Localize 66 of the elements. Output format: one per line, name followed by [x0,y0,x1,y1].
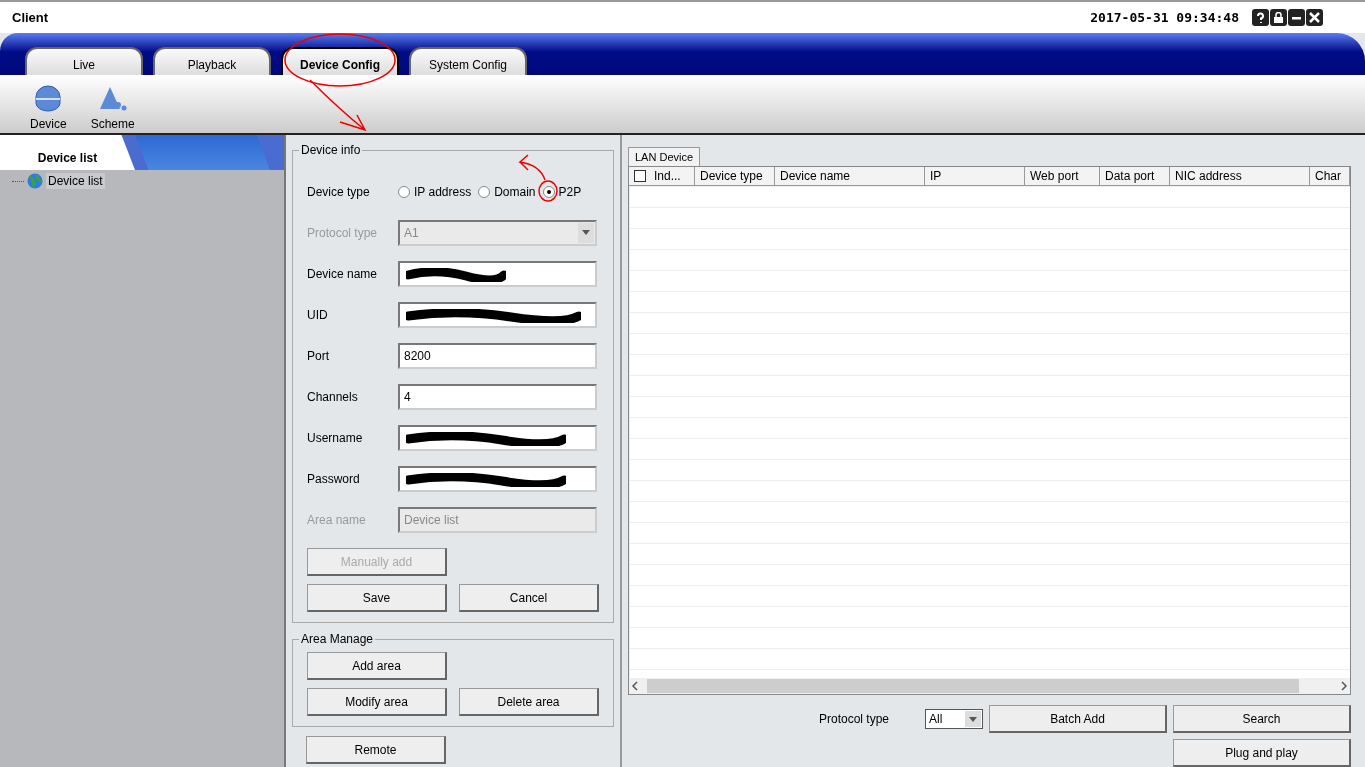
window-title: Client [12,10,50,25]
input-field[interactable] [398,465,597,492]
area-button[interactable]: Delete area [459,688,599,716]
field-label: Area name [307,512,367,527]
plug-and-play-button[interactable]: Plug and play [1173,739,1351,767]
radio-button[interactable] [478,185,491,198]
input-field[interactable] [398,260,597,287]
tree-item[interactable]: Device list [46,173,105,189]
form-button[interactable]: Cancel [459,584,599,612]
column-header[interactable]: IP [925,167,1025,186]
main-tab[interactable]: Device Config [281,47,399,75]
column-header[interactable]: Ind... [629,167,695,186]
field-label: Channels [307,389,359,404]
search-button[interactable]: Search [1173,705,1351,733]
column-header[interactable]: Char [1310,167,1350,186]
toolbar-label[interactable]: Scheme [90,117,135,131]
help-icon[interactable] [1252,9,1269,26]
main-tab[interactable]: System Config [409,47,527,75]
protocol-type-label: Protocol type [818,712,889,726]
column-header[interactable]: Web port [1025,167,1100,186]
minimize-icon[interactable] [1288,9,1305,26]
radio-button[interactable] [398,185,410,198]
protocol-dropdown[interactable]: All [925,709,983,729]
field-label: Protocol type [307,225,379,240]
column-header-text: Ind... [654,169,681,183]
input-field[interactable]: 8200 [398,342,597,369]
main-tab[interactable]: Playback [153,47,271,75]
radio-label[interactable]: P2P [558,184,582,199]
field-label: Password [307,471,361,486]
field-label: Device type [307,184,371,199]
add-area-button[interactable]: Add area [307,652,447,680]
form-button[interactable]: Save [307,584,447,612]
radio-label[interactable]: Domain [494,184,536,199]
camera-dome-icon[interactable] [34,85,63,113]
sidebar-tab[interactable]: Device list [0,135,135,170]
close-icon[interactable] [1306,9,1323,26]
toolbar-label[interactable]: Device [30,117,67,131]
field-label: Device name [307,266,379,281]
caret-icon [582,230,590,235]
column-header[interactable]: Device name [775,167,925,186]
checkbox[interactable] [634,170,646,182]
field-label: Port [307,348,330,363]
radio-button[interactable] [542,185,555,198]
main-tab[interactable]: Live [25,47,143,75]
clock: 2017-05-31 09:34:48 [1090,10,1239,25]
field-label: UID [307,307,329,322]
lan-device-tab[interactable]: LAN Device [628,147,701,166]
remote-button[interactable]: Remote [306,736,446,764]
input-field[interactable] [398,301,597,328]
warning-icon[interactable] [97,85,128,113]
area-button[interactable]: Modify area [307,688,447,716]
field-label: Username [307,430,364,445]
scroll-right-icon[interactable] [1338,681,1350,691]
input-field[interactable]: 4 [398,383,597,410]
column-header[interactable]: Data port [1100,167,1170,186]
group-title: Area Manage [300,632,375,646]
batch-add-button[interactable]: Batch Add [989,705,1167,733]
globe-icon [27,173,43,189]
group-title: Device info [300,143,362,157]
column-header[interactable]: Device type [695,167,775,186]
scroll-left-icon[interactable] [629,681,641,691]
input-field[interactable] [398,424,597,451]
lock-icon[interactable] [1270,9,1287,26]
column-header[interactable]: NIC address [1170,167,1310,186]
radio-label[interactable]: IP address [414,184,472,199]
caret-icon [969,716,977,722]
